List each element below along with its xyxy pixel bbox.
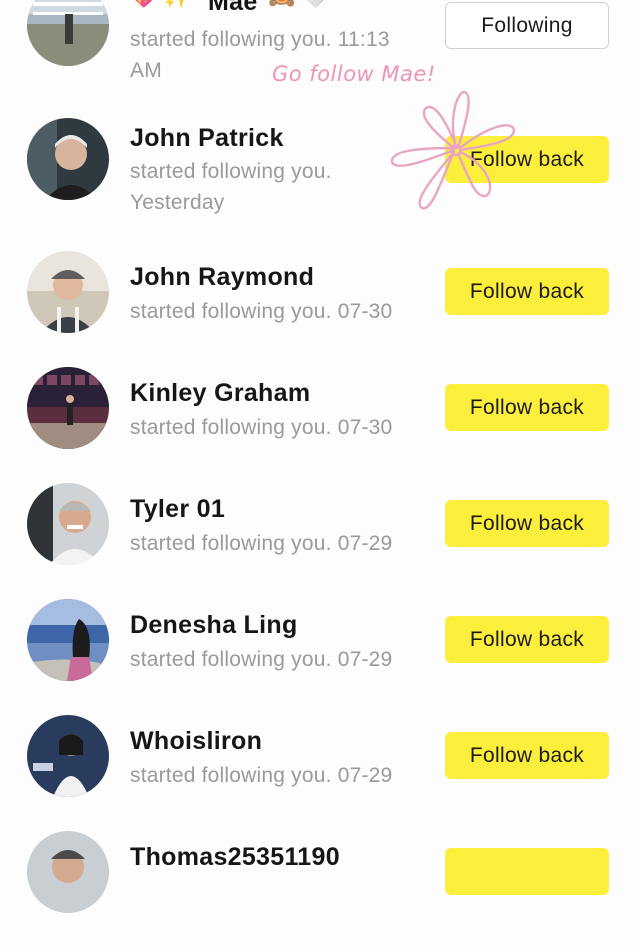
following-button[interactable]: Following	[445, 2, 609, 49]
list-item[interactable]: John Patrick started following you. Yest…	[0, 116, 640, 232]
follow-back-button[interactable]: Follow back	[445, 136, 609, 183]
notification-message: started following you. 07-29	[130, 764, 393, 787]
emoji-prefix: 💖 ✨	[130, 0, 191, 10]
user-name[interactable]: John Patrick	[130, 124, 284, 153]
avatar[interactable]	[27, 599, 109, 681]
user-name[interactable]: Whoisliron	[130, 727, 262, 756]
follow-back-button[interactable]: Follow back	[445, 500, 609, 547]
list-item[interactable]: Denesha Ling started following you. 07-2…	[0, 597, 640, 713]
avatar[interactable]	[27, 367, 109, 449]
user-name[interactable]: Kinley Graham	[130, 379, 310, 408]
avatar[interactable]	[27, 251, 109, 333]
follow-back-button[interactable]: Follow back	[445, 384, 609, 431]
user-name[interactable]: John Raymond	[130, 263, 314, 292]
emoji-suffix: 🙈 🤍	[268, 0, 329, 10]
list-item[interactable]: John Raymond started following you. 07-3…	[0, 249, 640, 365]
user-name[interactable]: Denesha Ling	[130, 611, 298, 640]
notification-list: 💖 ✨ Mae 🙈 🤍 started following you. 11:13…	[0, 0, 640, 913]
avatar[interactable]	[27, 0, 109, 66]
list-item[interactable]: Whoisliron started following you. 07-29 …	[0, 713, 640, 829]
notification-message: started following you. 07-29	[130, 648, 393, 671]
avatar[interactable]	[27, 118, 109, 200]
follow-back-button[interactable]: Follow back	[445, 616, 609, 663]
user-name[interactable]: Thomas25351190	[130, 843, 340, 872]
list-item[interactable]: Kinley Graham started following you. 07-…	[0, 365, 640, 481]
user-name[interactable]: Mae	[208, 0, 258, 17]
avatar[interactable]	[27, 715, 109, 797]
avatar[interactable]	[27, 483, 109, 565]
notification-message: started following you. 07-30	[130, 300, 393, 323]
notification-message: started following you. 07-29	[130, 532, 393, 555]
follow-back-button[interactable]	[445, 848, 609, 895]
avatar[interactable]	[27, 831, 109, 913]
list-item[interactable]: Tyler 01 started following you. 07-29 Fo…	[0, 481, 640, 597]
handwritten-note: Go follow Mae!	[272, 62, 436, 86]
user-name[interactable]: Tyler 01	[130, 495, 225, 524]
list-item[interactable]: Thomas25351190	[0, 829, 640, 945]
follow-back-button[interactable]: Follow back	[445, 732, 609, 779]
notification-message: started following you. Yesterday	[130, 160, 332, 214]
follow-back-button[interactable]: Follow back	[445, 268, 609, 315]
notification-message: started following you. 07-30	[130, 416, 393, 439]
list-item[interactable]: 💖 ✨ Mae 🙈 🤍 started following you. 11:13…	[0, 0, 640, 116]
